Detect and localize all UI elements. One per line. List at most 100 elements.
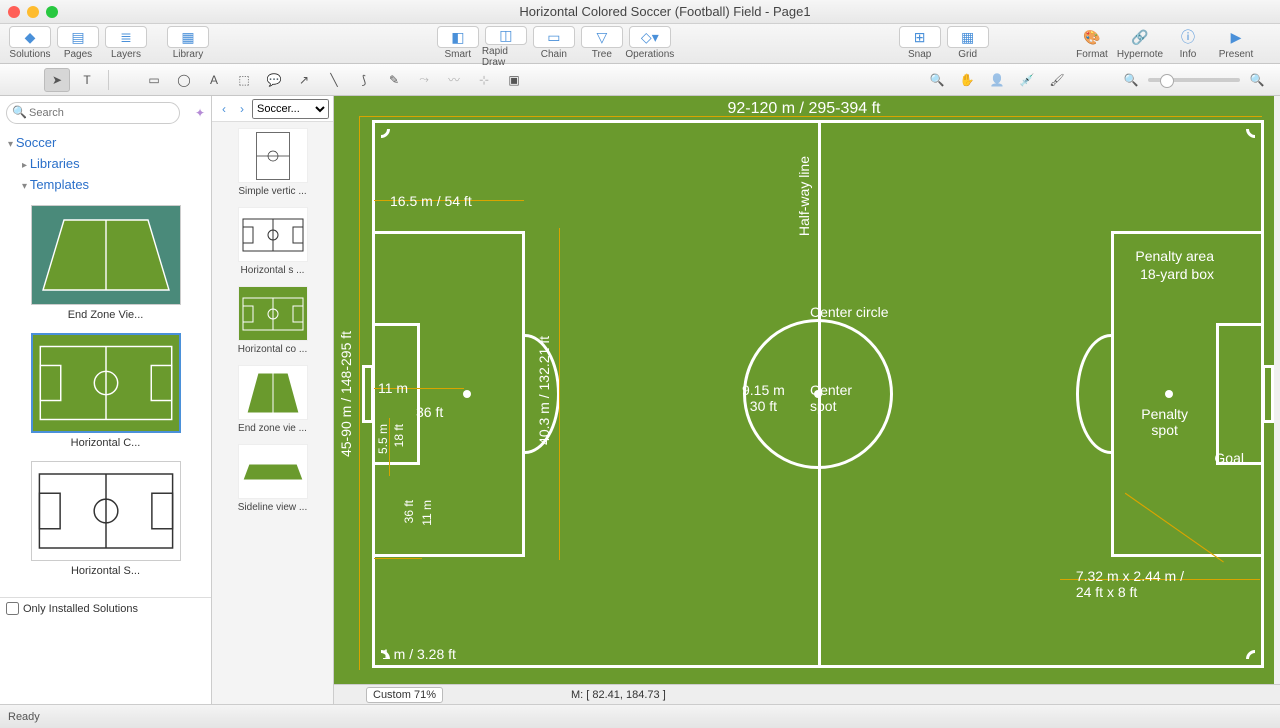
penalty-area-label1: Penalty area (1135, 248, 1214, 264)
template-label: Horizontal C... (8, 437, 203, 449)
tree-templates[interactable]: Templates (8, 174, 203, 195)
image-tool[interactable]: ▣ (501, 68, 527, 92)
search-input[interactable] (6, 102, 180, 124)
traffic-lights (8, 6, 58, 18)
zoom-dropdown[interactable]: Custom 71% (366, 687, 443, 703)
shape-item[interactable]: End zone vie ... (216, 365, 329, 434)
pen-arc-width-label: 40.3 m / 132.21 ft (536, 336, 552, 445)
pan-tool[interactable]: ✋ (954, 68, 980, 92)
rect-tool[interactable]: ▭ (141, 68, 167, 92)
line-tool[interactable]: ╲ (321, 68, 347, 92)
grid-button[interactable]: ▦Grid (944, 26, 992, 62)
goal-box-right (1216, 323, 1261, 465)
dim-line (359, 116, 1262, 117)
category-soccer[interactable]: Soccer (8, 132, 203, 153)
goal-dim-label: 7.32 m x 2.44 m / 24 ft x 8 ft (1076, 568, 1184, 600)
nav-back-icon[interactable]: ‹ (216, 102, 232, 116)
template-item[interactable]: End Zone Vie... (8, 205, 203, 321)
goalbox-w2-label: 11 m (420, 500, 434, 526)
eleven-m-label: 11 m (378, 380, 408, 396)
shape-item[interactable]: Horizontal co ... (216, 286, 329, 355)
solutions-label: Solutions (9, 49, 50, 60)
smart-label: Smart (444, 49, 471, 60)
status-text: Ready (8, 711, 40, 723)
template-item[interactable]: Horizontal C... (8, 333, 203, 449)
arrow-tool[interactable]: ↗ (291, 68, 317, 92)
zoom-out-icon[interactable]: 🔍 (1118, 68, 1144, 92)
rapid-label: Rapid Draw (482, 46, 530, 68)
canvas-area[interactable]: 92-120 m / 295-394 ft (334, 96, 1280, 704)
callout-tool[interactable]: 💬 (261, 68, 287, 92)
connector-tool[interactable]: ⤳ (411, 68, 437, 92)
pages-button[interactable]: ▤Pages (54, 26, 102, 62)
penalty-spot-right (1165, 390, 1173, 398)
hypernote-button[interactable]: 🔗Hypernote (1116, 26, 1164, 62)
eyedropper-tool[interactable]: 💉 (1014, 68, 1040, 92)
minimize-window-button[interactable] (27, 6, 39, 18)
solutions-button[interactable]: ◆Solutions (6, 26, 54, 62)
text-tool[interactable]: T (74, 68, 100, 92)
text-shape-tool[interactable]: A (201, 68, 227, 92)
thirtysix-ft-label: 36 ft (416, 404, 443, 420)
main-toolbar: ◆Solutions ▤Pages ≣Layers ▦Library ◧Smar… (0, 24, 1280, 64)
soccer-field[interactable]: 92-120 m / 295-394 ft (334, 96, 1274, 692)
window-title: Horizontal Colored Soccer (Football) Fie… (58, 4, 1272, 19)
close-window-button[interactable] (8, 6, 20, 18)
info-button[interactable]: ⓘInfo (1164, 26, 1212, 62)
shape-item[interactable]: Sideline view ... (216, 444, 329, 513)
tree-libraries[interactable]: Libraries (8, 153, 203, 174)
zoom-window-button[interactable] (46, 6, 58, 18)
field-height-label: 45-90 m / 148-295 ft (338, 331, 354, 457)
shape-label: Sideline view ... (216, 502, 329, 513)
shapes-panel: ‹ › Soccer... Simple vertic ... Horizont… (212, 96, 334, 704)
present-button[interactable]: ▶Present (1212, 26, 1260, 62)
workspace: ✦ Soccer Libraries Templates End Zone Vi… (0, 96, 1280, 704)
rapid-draw-button[interactable]: ◫Rapid Draw (482, 26, 530, 62)
status-bar: Ready (0, 704, 1280, 728)
bezier-tool[interactable]: 〰 (441, 68, 467, 92)
operations-button[interactable]: ◇▾Operations (626, 26, 674, 62)
eraser-tool[interactable]: 🖌 (1044, 68, 1070, 92)
template-item[interactable]: Horizontal S... (8, 461, 203, 577)
templates-grid: End Zone Vie... Horizontal C... Horizont… (0, 197, 211, 597)
zoom-tool[interactable]: 🔍 (924, 68, 950, 92)
shape-label: Simple vertic ... (216, 186, 329, 197)
tree-button[interactable]: ▽Tree (578, 26, 626, 62)
smart-button[interactable]: ◧Smart (434, 26, 482, 62)
shape-category-select[interactable]: Soccer... (252, 99, 329, 119)
attach-tool[interactable]: ⊹ (471, 68, 497, 92)
format-button[interactable]: 🎨Format (1068, 26, 1116, 62)
pointer-tool[interactable]: ➤ (44, 68, 70, 92)
ellipse-tool[interactable]: ◯ (171, 68, 197, 92)
nav-fwd-icon[interactable]: › (234, 102, 250, 116)
shape-item[interactable]: Horizontal s ... (216, 207, 329, 276)
snap-button[interactable]: ⊞Snap (896, 26, 944, 62)
center-spot-label: Center spot (810, 382, 852, 414)
library-button[interactable]: ▦Library (164, 26, 212, 62)
textbox-tool[interactable]: ⬚ (231, 68, 257, 92)
present-label: Present (1219, 49, 1253, 60)
goal-left (362, 365, 374, 423)
stamp-tool[interactable]: 👤 (984, 68, 1010, 92)
zoom-in-icon[interactable]: 🔍 (1244, 68, 1270, 92)
format-label: Format (1076, 49, 1108, 60)
penalty-spot-left (463, 390, 471, 398)
library-label: Library (173, 49, 204, 60)
dim-line (374, 558, 422, 559)
only-installed-checkbox[interactable] (6, 602, 19, 615)
highlighter-tool[interactable]: ✎ (381, 68, 407, 92)
window-titlebar: Horizontal Colored Soccer (Football) Fie… (0, 0, 1280, 24)
wand-icon[interactable]: ✦ (195, 106, 205, 120)
hypernote-label: Hypernote (1117, 49, 1163, 60)
tree-label: Tree (592, 49, 612, 60)
goalbox-h1-label: 5.5 m (376, 424, 390, 454)
shape-item[interactable]: Simple vertic ... (216, 128, 329, 197)
zoom-slider[interactable] (1148, 78, 1240, 82)
center-circle-label: Center circle (810, 304, 889, 320)
layers-button[interactable]: ≣Layers (102, 26, 150, 62)
grid-label: Grid (958, 49, 977, 60)
curve-tool[interactable]: ⟆ (351, 68, 377, 92)
shape-label: End zone vie ... (216, 423, 329, 434)
chain-button[interactable]: ▭Chain (530, 26, 578, 62)
shape-label: Horizontal s ... (216, 265, 329, 276)
